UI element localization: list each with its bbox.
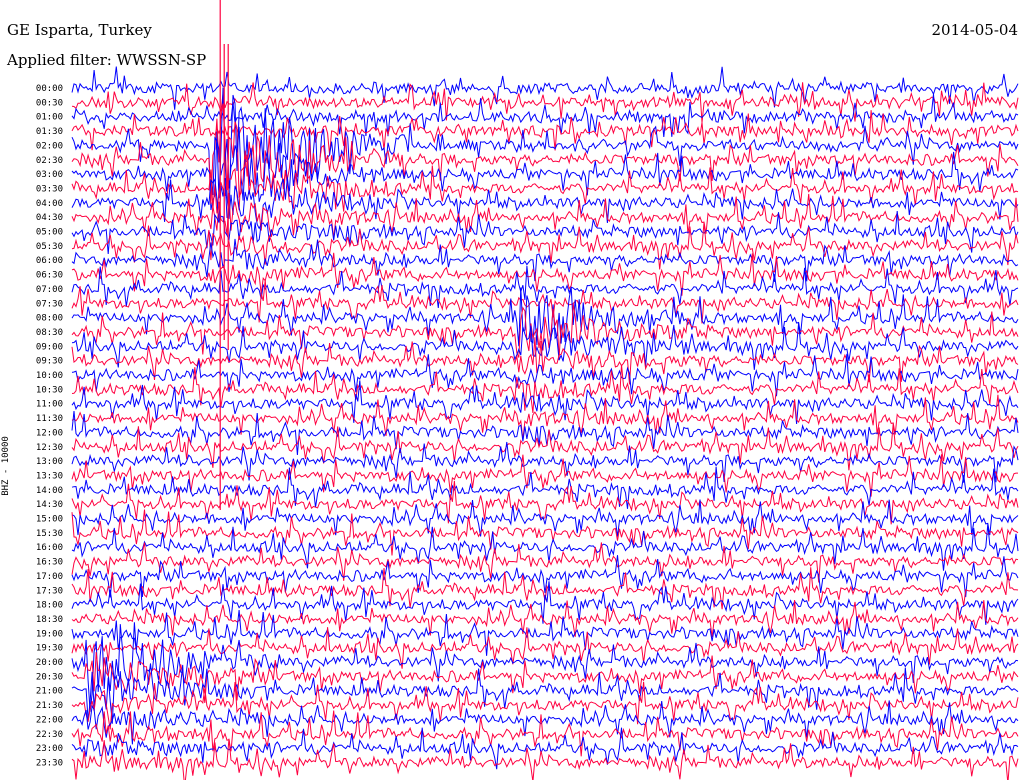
tick-label-0800: 08:00 — [36, 314, 63, 324]
tick-label-0130: 01:30 — [36, 127, 63, 137]
tick-label-2230: 22:30 — [36, 730, 63, 740]
tick-label-1730: 17:30 — [36, 586, 63, 596]
tick-label-2000: 20:00 — [36, 658, 63, 668]
tick-label-0100: 01:00 — [36, 113, 63, 123]
tick-label-2330: 23:30 — [36, 758, 63, 768]
tick-label-1630: 16:30 — [36, 558, 63, 568]
tick-label-1330: 13:30 — [36, 471, 63, 481]
tick-label-0200: 02:00 — [36, 141, 63, 151]
tick-label-1530: 15:30 — [36, 529, 63, 539]
time-tick-labels: 00:00 00:30 01:00 01:30 02:00 02:30 03:00 03:30… — [36, 84, 63, 768]
tick-label-1930: 19:30 — [36, 644, 63, 654]
tick-label-1800: 18:00 — [36, 601, 63, 611]
trace-0800 — [71, 286, 1019, 347]
tick-label-1830: 18:30 — [36, 615, 63, 625]
tick-label-0000: 00:00 — [36, 84, 63, 94]
tick-label-1130: 11:30 — [36, 414, 63, 424]
tick-label-2200: 22:00 — [36, 715, 63, 725]
tick-label-1200: 12:00 — [36, 428, 63, 438]
tick-label-0600: 06:00 — [36, 256, 63, 266]
tick-label-0830: 08:30 — [36, 328, 63, 338]
seismogram-plot: 00:00 00:30 01:00 01:30 02:00 02:30 03:00 03:30… — [36, 0, 1019, 780]
tick-label-2100: 21:00 — [36, 687, 63, 697]
tick-label-1900: 19:00 — [36, 629, 63, 639]
tick-label-1500: 15:00 — [36, 515, 63, 525]
trace-layer — [71, 0, 1019, 780]
tick-label-1700: 17:00 — [36, 572, 63, 582]
tick-label-1100: 11:00 — [36, 400, 63, 410]
tick-label-1000: 10:00 — [36, 371, 63, 381]
trace-2000 — [71, 622, 1019, 712]
tick-label-0300: 03:00 — [36, 170, 63, 180]
tick-label-0500: 05:00 — [36, 228, 63, 238]
tick-label-0730: 07:30 — [36, 299, 63, 309]
tick-label-2300: 23:00 — [36, 744, 63, 754]
tick-label-0230: 02:30 — [36, 156, 63, 166]
tick-label-0930: 09:30 — [36, 357, 63, 367]
trace-2200 — [71, 700, 1019, 745]
tick-label-1230: 12:30 — [36, 443, 63, 453]
tick-label-0400: 04:00 — [36, 199, 63, 209]
tick-label-2130: 21:30 — [36, 701, 63, 711]
tick-label-0430: 04:30 — [36, 213, 63, 223]
tick-label-0030: 00:30 — [36, 98, 63, 108]
tick-label-1430: 14:30 — [36, 500, 63, 510]
trace-0930 — [71, 337, 1019, 385]
trace-1030 — [71, 364, 1019, 414]
tick-label-1600: 16:00 — [36, 543, 63, 553]
tick-label-0330: 03:30 — [36, 184, 63, 194]
tick-label-1400: 14:00 — [36, 486, 63, 496]
tick-label-0530: 05:30 — [36, 242, 63, 252]
tick-label-0900: 09:00 — [36, 342, 63, 352]
trace-1830 — [71, 599, 1019, 638]
tick-label-2030: 20:30 — [36, 672, 63, 682]
trace-0900 — [71, 323, 1019, 370]
tick-label-1300: 13:00 — [36, 457, 63, 467]
tick-label-0630: 06:30 — [36, 271, 63, 281]
tick-label-0700: 07:00 — [36, 285, 63, 295]
tick-label-1030: 10:30 — [36, 385, 63, 395]
